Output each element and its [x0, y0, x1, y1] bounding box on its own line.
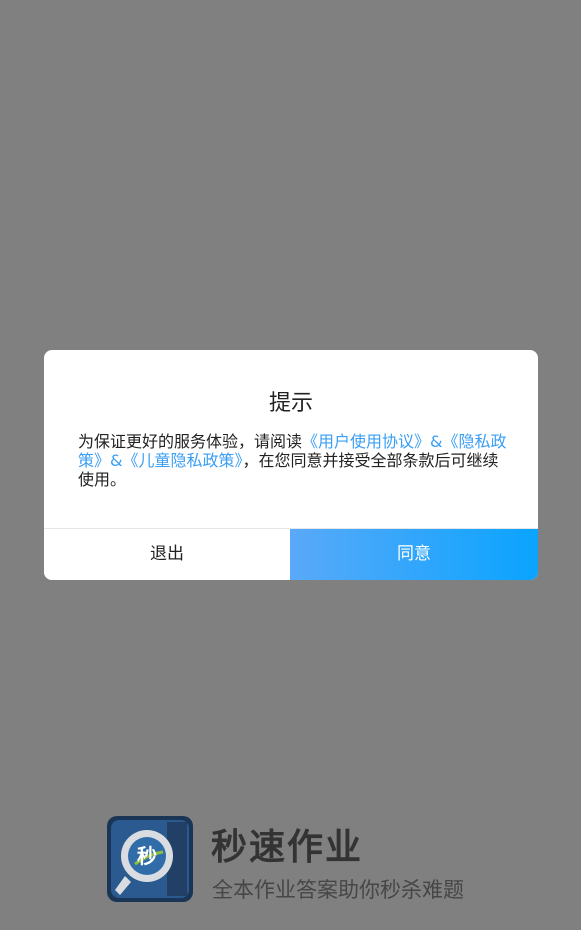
- app-slogan: 全本作业答案助你秒杀难题: [212, 878, 464, 902]
- dialog-title: 提示: [268, 391, 313, 416]
- magnifier-logo-icon: 秒: [107, 816, 193, 902]
- message-prefix: 为保证更好的服务体验，请阅读: [78, 432, 303, 451]
- privacy-dialog: 提示 为保证更好的服务体验，请阅读《用户使用协议》&《隐私政策》&《儿童隐私政策…: [44, 350, 538, 580]
- splash-brand: 秒 秒速作业 全本作业答案助你秒杀难题: [107, 816, 507, 906]
- agree-button[interactable]: 同意: [290, 529, 538, 580]
- ampersand-2: &: [110, 451, 123, 470]
- ampersand-1: &: [430, 432, 443, 451]
- icon-glyph: 秒: [137, 844, 157, 868]
- user-agreement-link[interactable]: 《用户使用协议》: [302, 432, 430, 451]
- exit-button[interactable]: 退出: [44, 529, 290, 580]
- app-name: 秒速作业: [211, 827, 364, 868]
- child-privacy-policy-link[interactable]: 《儿童隐私政策》: [123, 451, 243, 470]
- dialog-message: 为保证更好的服务体验，请阅读《用户使用协议》&《隐私政策》&《儿童隐私政策》，在…: [78, 432, 508, 489]
